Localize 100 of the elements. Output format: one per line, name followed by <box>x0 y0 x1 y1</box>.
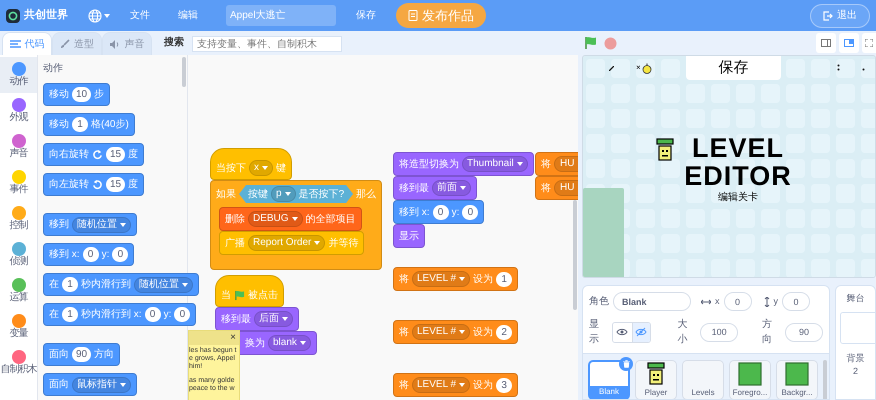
code-block[interactable]: 移动 10 步 <box>43 83 110 106</box>
block-label: 设为 <box>473 326 494 340</box>
block-dropdown[interactable]: 后面 <box>254 311 293 327</box>
block-label: 设为 <box>473 378 494 392</box>
eye-off-icon <box>635 326 648 338</box>
fullscreen-button[interactable] <box>862 33 876 53</box>
code-block[interactable]: 面向 90 方向 <box>43 343 120 366</box>
caret-icon <box>104 14 110 18</box>
code-block[interactable]: 向左旋转 15 度 <box>43 173 144 196</box>
scrollbar-thumb[interactable] <box>573 200 577 310</box>
boolean-block[interactable]: 按键 p 是否按下? <box>239 185 354 203</box>
number-input[interactable]: 0 <box>432 204 449 220</box>
number-input[interactable]: 0 <box>82 247 99 262</box>
close-button[interactable]: × <box>230 333 236 343</box>
sprite-tile[interactable]: Player <box>635 360 677 399</box>
direction-field[interactable]: 90 <box>784 322 823 342</box>
sprite-name: Foregro... <box>732 387 768 399</box>
block-dropdown[interactable]: 随机位置 <box>72 216 131 232</box>
block-label: 按键 <box>248 188 268 202</box>
show-label: 显示 <box>589 318 600 347</box>
number-input[interactable]: 1 <box>62 307 78 322</box>
pencil-icon <box>609 66 614 70</box>
small-stage-button[interactable] <box>816 33 836 53</box>
block-label: 在 <box>49 308 59 322</box>
sprite-tile[interactable]: Foregro... <box>729 360 771 399</box>
block-label: 移到最 <box>399 182 429 196</box>
code-block[interactable]: 面向 鼠标指针 <box>43 373 137 396</box>
number-input[interactable]: 0 <box>174 307 190 322</box>
block-dropdown[interactable]: Thumbnail <box>462 156 528 172</box>
palette-heading: 动作 <box>43 62 64 76</box>
block-dropdown[interactable]: p <box>271 186 296 202</box>
number-input[interactable]: 90 <box>72 347 92 362</box>
block-label: y: <box>164 308 172 322</box>
size-field[interactable]: 100 <box>700 322 738 342</box>
block-label: 移到 x: <box>49 248 80 262</box>
number-input[interactable]: 15 <box>106 147 126 162</box>
block-dropdown[interactable]: 鼠标指针 <box>72 376 131 392</box>
stage-subtitle: 编辑关卡 <box>718 190 758 205</box>
flag-icon <box>234 290 245 300</box>
number-input[interactable]: 0 <box>144 307 161 322</box>
code-block[interactable]: 将 LEVEL # 设为 1 <box>393 267 518 291</box>
code-block[interactable]: 将造型切换为 Thumbnail <box>393 152 534 176</box>
sprite-tile[interactable]: Levels <box>682 360 724 399</box>
code-block[interactable]: 向右旋转 15 度 <box>43 143 144 166</box>
block-label: 如果 <box>216 188 236 202</box>
code-block[interactable]: 换为 blank <box>240 331 317 355</box>
backdrop-thumbnail[interactable] <box>840 312 875 344</box>
code-block[interactable]: 移动 1 格(40步) <box>43 113 135 136</box>
stop-icon[interactable] <box>604 36 617 50</box>
code-block[interactable]: 删除 DEBUG 的全部项目 <box>219 207 362 231</box>
code-block[interactable]: 在 1 秒内滑行到 x: 0 y: 0 <box>43 303 196 326</box>
code-block[interactable]: 移到 x: 0 y: 0 <box>43 243 134 266</box>
code-block[interactable]: 显示 <box>393 224 425 248</box>
code-block[interactable]: 将 LEVEL # 设为 2 <box>393 320 518 344</box>
block-dropdown[interactable]: blank <box>268 335 311 351</box>
number-input[interactable]: 2 <box>496 324 512 340</box>
block-label: 面向 <box>49 348 69 362</box>
stage-save-button[interactable]: 保存 <box>686 56 781 80</box>
number-input[interactable]: 15 <box>106 177 126 192</box>
document-icon <box>408 10 418 21</box>
y-field[interactable]: 0 <box>782 292 810 311</box>
number-input[interactable]: 1 <box>496 272 512 286</box>
category-item[interactable]: 动作 <box>0 57 37 93</box>
block-label: 将 <box>399 272 409 286</box>
code-block[interactable]: 在 1 秒内滑行到 随机位置 <box>43 273 199 296</box>
code-block[interactable]: 移到 随机位置 <box>43 213 137 236</box>
code-icon <box>10 40 20 48</box>
sprite-name: Player <box>644 387 668 399</box>
sprite-name-field[interactable]: Blank <box>613 292 691 311</box>
block-label: 将 <box>399 326 409 340</box>
vertical-arrows-icon <box>764 296 770 306</box>
delete-icon[interactable] <box>619 357 633 371</box>
block-label: 是否按下? <box>298 188 344 202</box>
sprite-tile[interactable]: Backgr... <box>776 360 818 399</box>
sprite-name: Levels <box>690 387 716 399</box>
flag-icon[interactable] <box>584 36 598 50</box>
code-block[interactable]: 移到最 前面 <box>393 176 477 200</box>
hide-button[interactable] <box>632 322 650 342</box>
number-input[interactable]: 3 <box>496 378 512 392</box>
block-label: 度 <box>128 178 138 192</box>
block-label: 将 <box>399 378 409 392</box>
block-label: 设为 <box>473 272 494 286</box>
number-input[interactable]: 1 <box>72 117 88 132</box>
number-input[interactable]: 1 <box>62 277 78 292</box>
search-field[interactable]: 支持变量、事件、自制积木 <box>192 36 342 52</box>
x-field[interactable]: 0 <box>724 292 752 311</box>
block-label: 移动 <box>49 88 69 102</box>
block-dropdown[interactable]: 前面 <box>432 180 471 196</box>
code-block[interactable]: 移到 x: 0 y: 0 <box>393 200 484 224</box>
language-button[interactable] <box>88 8 110 22</box>
number-input[interactable]: 0 <box>462 204 478 220</box>
block-dropdown[interactable]: 随机位置 <box>134 276 193 292</box>
block-dropdown[interactable]: DEBUG <box>248 211 303 227</box>
number-input[interactable]: 0 <box>112 247 128 262</box>
dot-icon <box>862 68 865 71</box>
code-block[interactable]: 移到最 后面 <box>215 307 299 331</box>
number-input[interactable]: 10 <box>72 87 92 102</box>
if-block[interactable]: 如果 按键 p 是否按下? 那么 删除 DEBUG 的全部项目 广播 Report Order 并等待 <box>210 180 382 270</box>
code-block[interactable]: 将 LEVEL # 设为 3 <box>393 373 518 397</box>
large-stage-button[interactable] <box>839 33 859 53</box>
